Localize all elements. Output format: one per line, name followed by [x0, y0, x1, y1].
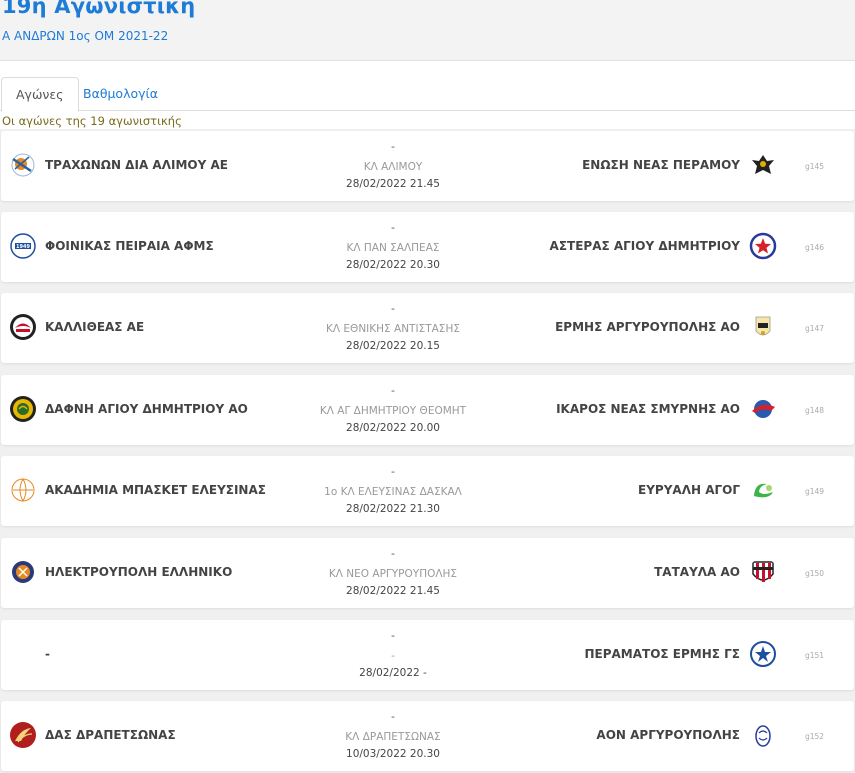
tab-games[interactable]: Αγώνες	[1, 77, 79, 112]
score: -	[391, 547, 395, 560]
game-code: g147	[805, 324, 825, 333]
away-team-name[interactable]: ΕΝΩΣΗ ΝΕΑΣ ΠΕΡΑΜΟΥ	[582, 158, 740, 172]
score: -	[391, 384, 395, 397]
game-code: g149	[805, 487, 825, 496]
home-team-name[interactable]: ΚΑΛΛΙΘΕΑΣ ΑΕ	[45, 320, 144, 334]
away-team-name[interactable]: ΙΚΑΡΟΣ ΝΕΑΣ ΣΜΥΡΝΗΣ ΑΟ	[556, 402, 740, 416]
date-time: 28/02/2022 21.45	[346, 178, 440, 190]
score: -	[391, 140, 395, 153]
score: -	[391, 465, 395, 478]
away-team-name[interactable]: ΑΣΤΕΡΑΣ ΑΓΙΟΥ ΔΗΜΗΤΡΙΟΥ	[550, 239, 740, 253]
date-time: 28/02/2022 21.30	[346, 503, 440, 515]
date-time: 10/03/2022 20.30	[346, 748, 440, 760]
date-time: 28/02/2022 20.00	[346, 422, 440, 434]
perama-logo-icon	[749, 640, 777, 668]
venue: 1ο ΚΛ ΕΛΕΥΣΙΝΑΣ ΔΑΣΚΑΛ	[324, 486, 462, 498]
score: -	[391, 221, 395, 234]
academy-logo-icon	[9, 476, 37, 504]
kallithea-logo-icon	[9, 313, 37, 341]
venue: ΚΛ ΔΡΑΠΕΤΣΩΝΑΣ	[345, 731, 441, 743]
game-row[interactable]: ΑΚΑΔΗΜΙΑ ΜΠΑΣΚΕΤ ΕΛΕΥΣΙΝΑΣ - 1ο ΚΛ ΕΛΕΥΣ…	[1, 456, 854, 526]
away-team-name[interactable]: ΠΕΡΑΜΑΤΟΣ ΕΡΜΗΣ ΓΣ	[584, 647, 740, 661]
venue: ΚΛ ΑΓ ΔΗΜΗΤΡΙΟΥ ΘΕΟΜΗΤ	[319, 405, 467, 417]
venue: ΚΛ ΕΘΝΙΚΗΣ ΑΝΤΙΣΤΑΣΗΣ	[326, 323, 460, 335]
ilektroupoli-logo-icon	[9, 558, 37, 586]
home-team-name[interactable]: -	[45, 647, 50, 661]
date-time: 28/02/2022 21.45	[346, 585, 440, 597]
home-team-name[interactable]: ΗΛΕΚΤΡΟΥΠΟΛΗ ΕΛΛΗΝΙΚΟ	[45, 565, 232, 579]
das-logo-icon	[9, 721, 37, 749]
phoenix-1949-logo-icon: 1949	[9, 232, 37, 260]
aon-logo-icon	[749, 721, 777, 749]
hermes-logo-icon	[749, 313, 777, 341]
home-team-name[interactable]: ΑΚΑΔΗΜΙΑ ΜΠΑΣΚΕΤ ΕΛΕΥΣΙΝΑΣ	[45, 483, 266, 497]
game-code: g148	[805, 406, 825, 415]
home-team-name[interactable]: ΔΑΣ ΔΡΑΠΕΤΣΩΝΑΣ	[45, 728, 176, 742]
games-caption: Οι αγώνες της 19 αγωνιστικής	[2, 114, 182, 128]
away-team-name[interactable]: ΑΟΝ ΑΡΓΥΡΟΥΠΟΛΗΣ	[596, 728, 740, 742]
tab-bar: Αγώνες Βαθμολογία	[0, 77, 855, 112]
page-title: 19η Αγωνιστική	[2, 0, 196, 18]
svg-text:1949: 1949	[16, 244, 30, 250]
date-time: 28/02/2022 20.30	[346, 259, 440, 271]
game-row[interactable]: ΗΛΕΚΤΡΟΥΠΟΛΗ ΕΛΛΗΝΙΚΟ - ΚΛ ΝΕΟ ΑΡΓΥΡΟΥΠΟ…	[1, 538, 854, 608]
venue: -	[391, 650, 395, 662]
game-code: g145	[805, 162, 825, 171]
date-time: 28/02/2022 20.15	[346, 340, 440, 352]
home-team-name[interactable]: ΤΡΑΧΩΝΩΝ ΔΙΑ ΑΛΙΜΟΥ ΑΕ	[45, 158, 228, 172]
away-team-name[interactable]: ΕΡΜΗΣ ΑΡΓΥΡΟΥΠΟΛΗΣ ΑΟ	[555, 320, 740, 334]
game-code: g151	[805, 651, 825, 660]
games-list: ΤΡΑΧΩΝΩΝ ΔΙΑ ΑΛΙΜΟΥ ΑΕ - ΚΛ ΑΛΙΜΟΥ 28/02…	[0, 129, 855, 773]
venue: ΚΛ ΑΛΙΜΟΥ	[363, 161, 423, 173]
ikaros-logo-icon	[749, 395, 777, 423]
evryali-logo-icon	[749, 476, 777, 504]
home-team-name[interactable]: ΦΟΙΝΙΚΑΣ ΠΕΙΡΑΙΑ ΑΦΜΣ	[45, 239, 214, 253]
laurel-logo-icon	[9, 395, 37, 423]
score: -	[391, 302, 395, 315]
game-code: g146	[805, 243, 825, 252]
page-header: 19η Αγωνιστική Α ΑΝΔΡΩΝ 1ος ΟΜ 2021-22	[0, 0, 855, 61]
eagle-logo-icon	[749, 151, 777, 179]
score: -	[391, 710, 395, 723]
game-row[interactable]: - - - 28/02/2022 - ΠΕΡΑΜΑΤΟΣ ΕΡΜΗΣ ΓΣ g1…	[1, 620, 854, 690]
score: -	[391, 629, 395, 642]
competition-link[interactable]: Α ΑΝΔΡΩΝ 1ος ΟΜ 2021-22	[2, 29, 168, 43]
game-row[interactable]: ΔΑΦΝΗ ΑΓΙΟΥ ΔΗΜΗΤΡΙΟΥ ΑΟ - ΚΛ ΑΓ ΔΗΜΗΤΡΙ…	[1, 375, 854, 445]
date-time: 28/02/2022 -	[359, 667, 427, 679]
home-team-name[interactable]: ΔΑΦΝΗ ΑΓΙΟΥ ΔΗΜΗΤΡΙΟΥ ΑΟ	[45, 402, 248, 416]
away-team-name[interactable]: ΤΑΤΑΥΛΑ ΑΟ	[654, 565, 740, 579]
basketball-hand-logo-icon	[9, 151, 37, 179]
game-code: g150	[805, 569, 825, 578]
game-code: g152	[805, 732, 825, 741]
away-team-name[interactable]: ΕΥΡΥΑΛΗ ΑΓΟΓ	[638, 483, 740, 497]
venue: ΚΛ ΝΕΟ ΑΡΓΥΡΟΥΠΟΛΗΣ	[328, 568, 458, 580]
game-row[interactable]: ΤΡΑΧΩΝΩΝ ΔΙΑ ΑΛΙΜΟΥ ΑΕ - ΚΛ ΑΛΙΜΟΥ 28/02…	[1, 131, 854, 201]
striped-shield-logo-icon	[749, 558, 777, 586]
game-row[interactable]: ΔΑΣ ΔΡΑΠΕΤΣΩΝΑΣ - ΚΛ ΔΡΑΠΕΤΣΩΝΑΣ 10/03/2…	[1, 701, 854, 771]
star-logo-icon	[749, 232, 777, 260]
game-row[interactable]: 1949 ΦΟΙΝΙΚΑΣ ΠΕΙΡΑΙΑ ΑΦΜΣ - ΚΛ ΠΑΝ ΣΑΛΠ…	[1, 212, 854, 282]
tab-standings[interactable]: Βαθμολογία	[69, 77, 172, 111]
game-row[interactable]: ΚΑΛΛΙΘΕΑΣ ΑΕ - ΚΛ ΕΘΝΙΚΗΣ ΑΝΤΙΣΤΑΣΗΣ 28/…	[1, 293, 854, 363]
venue: ΚΛ ΠΑΝ ΣΑΛΠΕΑΣ	[346, 242, 440, 254]
